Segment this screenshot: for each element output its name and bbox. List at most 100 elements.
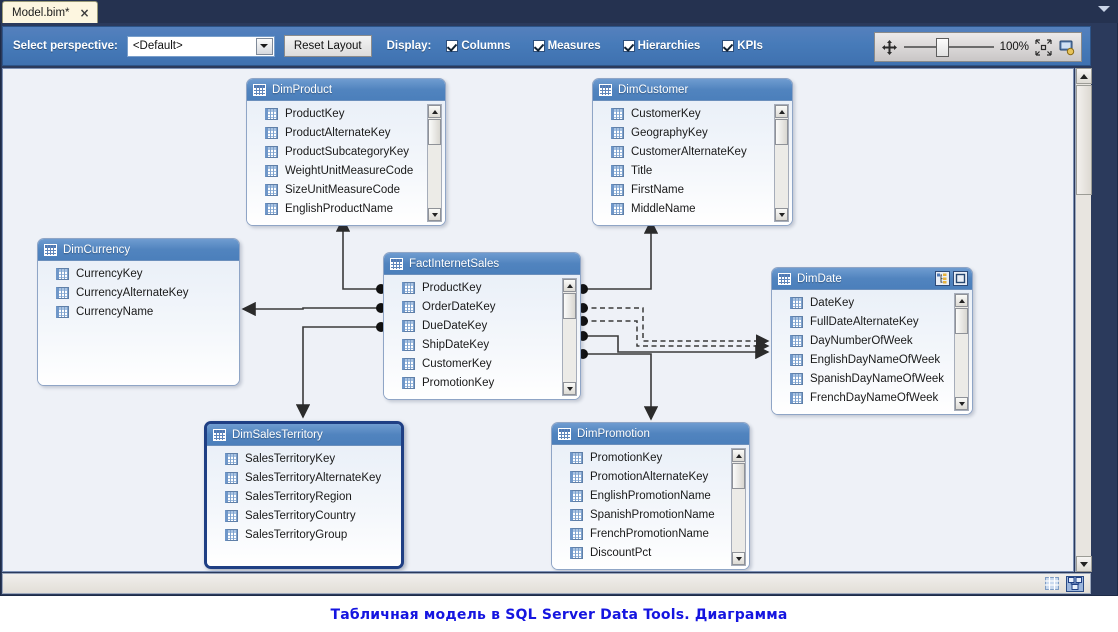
column-row[interactable]: Title	[593, 161, 792, 180]
column-row[interactable]: CurrencyKey	[38, 264, 239, 283]
column-row[interactable]: CurrencyName	[38, 302, 239, 321]
table-shape-dimproduct[interactable]: DimProduct ProductKey ProductAlternateKey P…	[246, 78, 446, 226]
maximize-icon[interactable]	[953, 271, 968, 286]
table-shape-dimcustomer[interactable]: DimCustomer CustomerKey GeographyKey Custom…	[592, 78, 793, 226]
column-row[interactable]: SalesTerritoryGroup	[207, 525, 401, 544]
column-row[interactable]: EnglishDayNameOfWeek	[772, 350, 972, 369]
column-list-scrollbar[interactable]	[731, 448, 746, 566]
column-row[interactable]: CustomerAlternateKey	[593, 142, 792, 161]
column-row[interactable]: CurrencyAlternateKey	[38, 283, 239, 302]
scroll-thumb[interactable]	[1076, 85, 1092, 195]
table-header[interactable]: DimProduct	[247, 79, 445, 101]
scroll-thumb[interactable]	[563, 293, 576, 319]
column-row[interactable]: PromotionKey	[384, 373, 580, 392]
diagram-view-icon[interactable]	[1066, 575, 1084, 592]
chevron-down-icon[interactable]	[1098, 6, 1110, 12]
canvas-vertical-scrollbar[interactable]	[1075, 68, 1092, 572]
hierarchy-icon[interactable]	[935, 271, 950, 286]
table-header[interactable]: DimCustomer	[593, 79, 792, 101]
scroll-up-button[interactable]	[563, 279, 576, 292]
checkmark-icon	[532, 40, 545, 52]
column-row[interactable]: FirstName	[593, 180, 792, 199]
close-icon[interactable]: ×	[80, 7, 90, 19]
column-row[interactable]: ProductSubcategoryKey	[247, 142, 445, 161]
scroll-up-button[interactable]	[775, 105, 788, 118]
zoom-slider-thumb[interactable]	[936, 38, 949, 57]
column-row[interactable]: OrderDateKey	[384, 297, 580, 316]
scroll-up-button[interactable]	[732, 449, 745, 462]
checkbox-columns[interactable]: Columns	[446, 40, 511, 52]
scroll-down-button[interactable]	[428, 208, 441, 221]
column-row[interactable]: SalesTerritoryCountry	[207, 506, 401, 525]
column-row[interactable]: CustomerKey	[384, 354, 580, 373]
table-shape-factinternetsales[interactable]: FactInternetSales ProductKey OrderDateKey D…	[383, 252, 581, 400]
column-row[interactable]: SizeUnitMeasureCode	[247, 180, 445, 199]
column-list-scrollbar[interactable]	[954, 293, 969, 411]
column-list-scrollbar[interactable]	[427, 104, 442, 222]
column-row[interactable]: EnglishProductName	[247, 199, 445, 218]
table-header[interactable]: DimSalesTerritory	[207, 424, 401, 446]
scroll-thumb[interactable]	[732, 463, 745, 489]
column-row[interactable]: DateKey	[772, 293, 972, 312]
table-shape-dimdate[interactable]: DimDate DateKey FullDateAlternateKey DayNum…	[771, 267, 973, 415]
scroll-down-button[interactable]	[732, 552, 745, 565]
column-row[interactable]: EnglishPromotionName	[552, 486, 749, 505]
scroll-down-button[interactable]	[775, 208, 788, 221]
column-row[interactable]: GeographyKey	[593, 123, 792, 142]
reset-layout-button[interactable]: Reset Layout	[283, 35, 372, 57]
scroll-up-button[interactable]	[955, 294, 968, 307]
table-header[interactable]: FactInternetSales	[384, 253, 580, 275]
column-row[interactable]: FrenchDayNameOfWeek	[772, 388, 972, 407]
diagram-canvas[interactable]: DimProduct ProductKey ProductAlternateKey P…	[2, 68, 1074, 572]
column-row[interactable]: SalesTerritoryAlternateKey	[207, 468, 401, 487]
perspective-select[interactable]: <Default>	[126, 35, 275, 57]
scroll-down-button[interactable]	[955, 397, 968, 410]
column-row[interactable]: SalesTerritoryRegion	[207, 487, 401, 506]
column-list-scrollbar[interactable]	[774, 104, 789, 222]
pan-move-icon[interactable]	[881, 39, 898, 56]
checkbox-hierarchies[interactable]: Hierarchies	[622, 40, 700, 52]
scroll-down-button[interactable]	[1076, 556, 1092, 572]
chevron-down-icon[interactable]	[255, 37, 273, 55]
table-header[interactable]: DimPromotion	[552, 423, 749, 445]
scroll-up-button[interactable]	[428, 105, 441, 118]
column-row[interactable]: PromotionAlternateKey	[552, 467, 749, 486]
column-row[interactable]: ProductKey	[384, 278, 580, 297]
table-shape-dimsalesterritory[interactable]: DimSalesTerritory SalesTerritoryKey SalesT…	[204, 421, 404, 569]
scroll-up-button[interactable]	[1076, 68, 1092, 84]
column-row[interactable]: MiddleName	[593, 199, 792, 218]
column-row[interactable]: PromotionKey	[552, 448, 749, 467]
column-list-scrollbar[interactable]	[562, 278, 577, 396]
column-row[interactable]: SpanishDayNameOfWeek	[772, 369, 972, 388]
column-row[interactable]: DiscountPct	[552, 543, 749, 562]
column-row[interactable]: ShipDateKey	[384, 335, 580, 354]
grid-view-icon[interactable]	[1043, 576, 1061, 592]
column-row[interactable]: CustomerKey	[593, 104, 792, 123]
table-header[interactable]: DimCurrency	[38, 239, 239, 261]
scroll-thumb[interactable]	[428, 119, 441, 145]
fit-to-screen-icon[interactable]	[1035, 38, 1052, 56]
column-row[interactable]: SalesTerritoryKey	[207, 449, 401, 468]
table-shape-dimcurrency[interactable]: DimCurrency CurrencyKey CurrencyAlternateK…	[37, 238, 240, 386]
table-header[interactable]: DimDate	[772, 268, 972, 290]
column-row[interactable]: FrenchPromotionName	[552, 524, 749, 543]
column-row[interactable]: DueDateKey	[384, 316, 580, 335]
checkbox-kpis[interactable]: KPIs	[722, 40, 763, 52]
table-shape-dimpromotion[interactable]: DimPromotion PromotionKey PromotionAlterna…	[551, 422, 750, 570]
column-row[interactable]: WeightUnitMeasureCode	[247, 161, 445, 180]
column-icon	[56, 286, 69, 299]
checkbox-measures[interactable]: Measures	[532, 40, 601, 52]
column-row[interactable]: ProductAlternateKey	[247, 123, 445, 142]
tab-strip: Model.bim* ×	[0, 0, 1118, 23]
table-name: DimCurrency	[63, 243, 131, 256]
scroll-thumb[interactable]	[955, 308, 968, 334]
tab-model-bim[interactable]: Model.bim* ×	[2, 1, 98, 23]
scroll-thumb[interactable]	[775, 119, 788, 145]
scroll-down-button[interactable]	[563, 382, 576, 395]
column-row[interactable]: FullDateAlternateKey	[772, 312, 972, 331]
reset-zoom-icon[interactable]	[1058, 39, 1075, 56]
column-row[interactable]: SpanishPromotionName	[552, 505, 749, 524]
column-row[interactable]: ProductKey	[247, 104, 445, 123]
column-row[interactable]: DayNumberOfWeek	[772, 331, 972, 350]
zoom-slider[interactable]	[904, 37, 994, 57]
